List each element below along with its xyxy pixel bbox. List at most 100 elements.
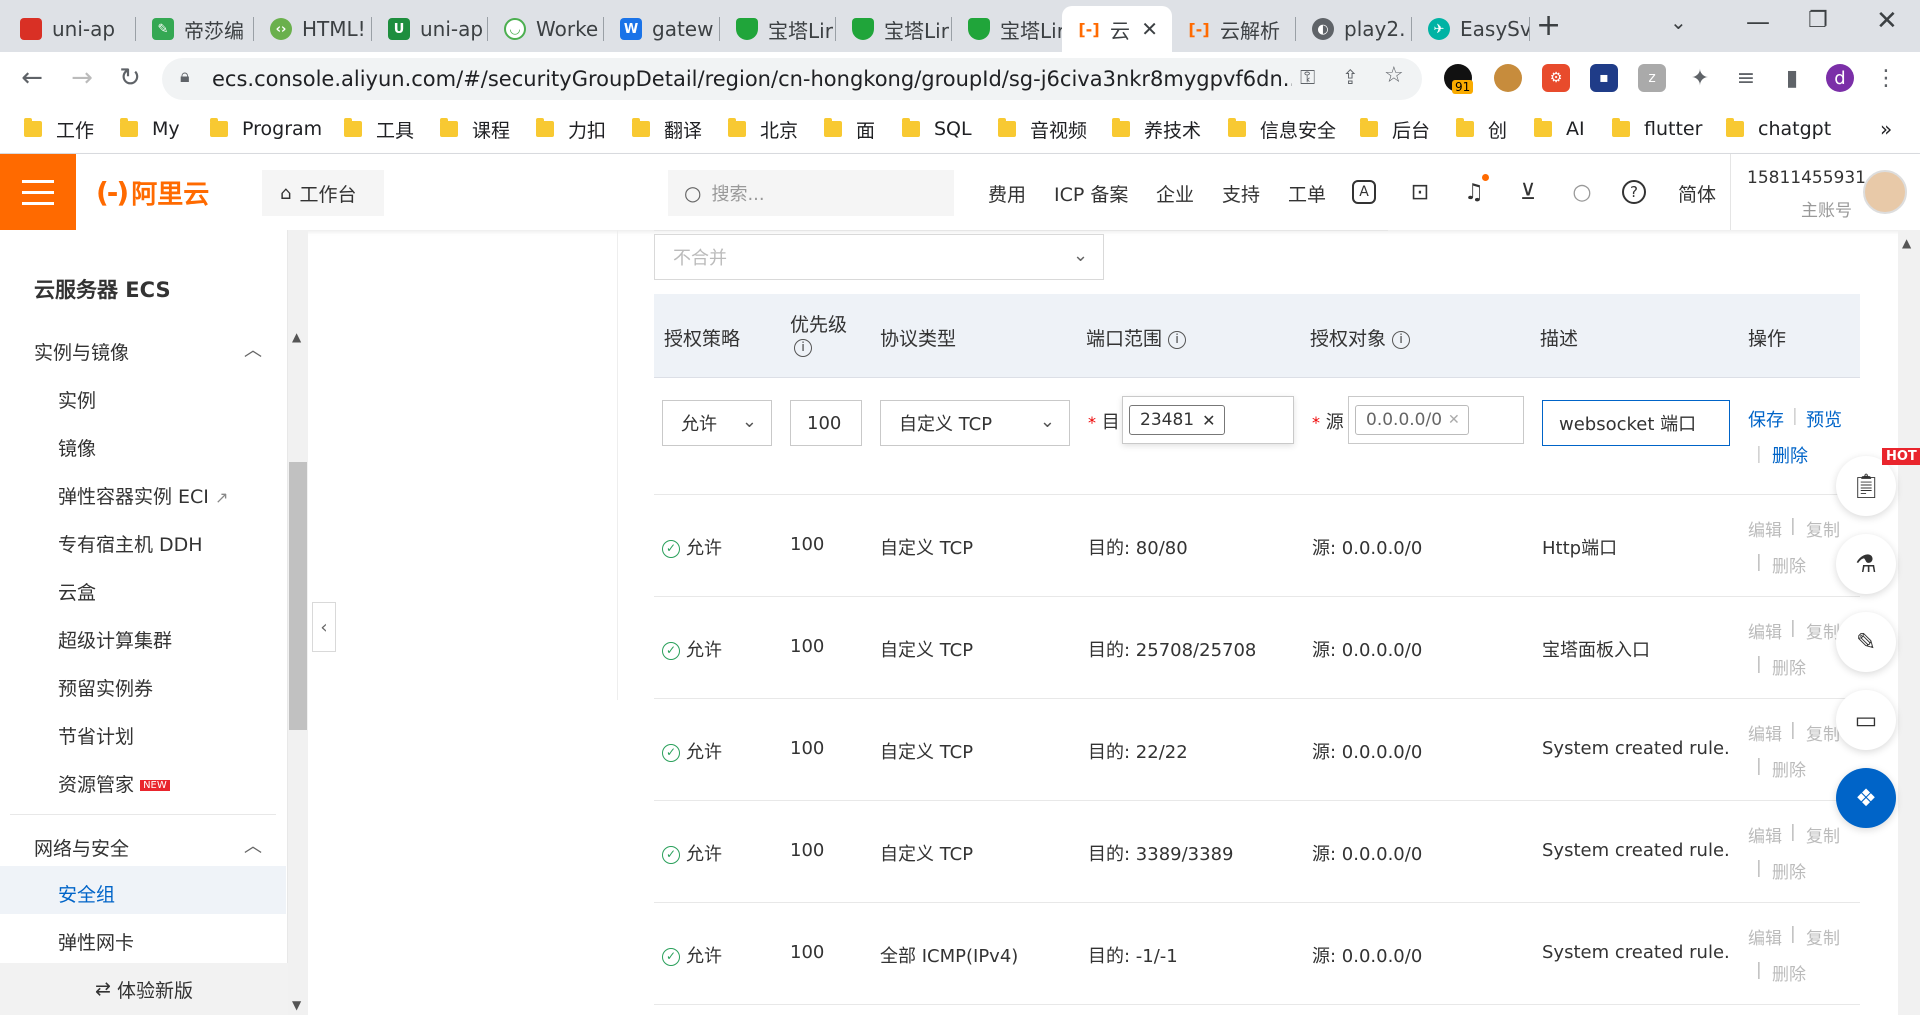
browser-tab[interactable]: ✈ EasySv xyxy=(1412,6,1530,52)
info-icon[interactable]: i xyxy=(790,336,812,358)
browser-tab[interactable]: [-] 云解析 xyxy=(1172,6,1296,52)
scroll-down-icon[interactable]: ▼ xyxy=(292,998,301,1012)
bookmark-folder[interactable]: 创 xyxy=(1456,116,1507,142)
restore-icon[interactable]: ❐ xyxy=(1808,8,1828,33)
sidebar-item-image[interactable]: 镜像 xyxy=(58,434,96,461)
copy-link[interactable]: 复制 xyxy=(1806,822,1840,847)
nav-icp[interactable]: ICP 备案 xyxy=(1054,180,1128,207)
protocol-select[interactable]: 自定义 TCP ⌄ xyxy=(880,400,1070,446)
back-icon[interactable]: ← xyxy=(16,62,48,94)
sidebar-item-resource-manager[interactable]: 资源管家 NEW xyxy=(58,770,170,797)
bookmark-folder[interactable]: My xyxy=(120,116,180,142)
terminal-icon[interactable]: ⊡ xyxy=(1406,178,1434,206)
star-icon[interactable]: ☆ xyxy=(1384,63,1404,88)
browser-tab[interactable]: U uni-ap xyxy=(372,6,488,52)
copy-link[interactable]: 复制 xyxy=(1806,516,1840,541)
bookmark-folder[interactable]: 信息安全 xyxy=(1228,116,1336,142)
zip-icon[interactable]: z xyxy=(1638,64,1666,92)
nav-fee[interactable]: 费用 xyxy=(988,180,1026,207)
edit-link[interactable]: 编辑 xyxy=(1748,822,1782,847)
delete-link[interactable]: 删除 xyxy=(1772,552,1806,577)
cart-icon[interactable]: ⊻ xyxy=(1514,178,1542,206)
api-icon[interactable]: A xyxy=(1352,180,1376,204)
help-icon[interactable]: ? xyxy=(1622,180,1646,204)
edit-link[interactable]: 编辑 xyxy=(1748,720,1782,745)
bookmark-folder[interactable]: chatgpt xyxy=(1726,116,1831,142)
delete-link[interactable]: 删除 xyxy=(1772,858,1806,883)
delete-link[interactable]: 删除 xyxy=(1772,654,1806,679)
edit-link[interactable]: 编辑 xyxy=(1748,924,1782,949)
sidebar-item-savings[interactable]: 节省计划 xyxy=(58,722,134,749)
bookmark-folder[interactable]: 工作 xyxy=(24,116,94,142)
priority-input[interactable]: 100 xyxy=(790,400,862,446)
profile-avatar[interactable]: d xyxy=(1826,64,1854,92)
bookmark-folder[interactable]: 后台 xyxy=(1360,116,1430,142)
bookmark-folder[interactable]: 力扣 xyxy=(536,116,606,142)
browser-tab[interactable]: ◡ Worke xyxy=(488,6,604,52)
browser-tab[interactable]: ✎ 帝莎编 xyxy=(136,6,254,52)
collapse-sidebar-button[interactable]: ‹ xyxy=(312,602,336,652)
tab-search-chevron-icon[interactable]: ⌄ xyxy=(1670,10,1687,34)
minimize-icon[interactable]: — xyxy=(1746,8,1770,36)
edit-link[interactable]: 编辑 xyxy=(1748,618,1782,643)
menu-dots-icon[interactable]: ⋮ xyxy=(1872,64,1900,92)
search-input[interactable]: ○ 搜索... xyxy=(668,170,954,216)
close-icon[interactable]: ✕ xyxy=(1202,411,1215,430)
browser-tab[interactable]: 宝塔Lir xyxy=(952,6,1068,52)
close-icon[interactable]: ✕ xyxy=(1448,412,1460,428)
hamburger-menu-icon[interactable] xyxy=(0,154,76,230)
sidebar-item-scc[interactable]: 超级计算集群 xyxy=(58,626,172,653)
bookmark-folder[interactable]: 课程 xyxy=(440,116,510,142)
lightbulb-icon[interactable]: ○ xyxy=(1568,178,1596,206)
bookmark-folder[interactable]: 面 xyxy=(824,116,875,142)
copy-link[interactable]: 复制 xyxy=(1806,924,1840,949)
chevron-up-icon[interactable]: ︿ xyxy=(244,832,262,858)
share-icon[interactable]: ⇪ xyxy=(1342,65,1359,89)
sidebar-item-ri[interactable]: 预留实例券 xyxy=(58,674,153,701)
nav-enterprise[interactable]: 企业 xyxy=(1156,180,1194,207)
scroll-up-icon[interactable]: ▲ xyxy=(1902,236,1911,250)
sidebar-scrollbar-thumb[interactable] xyxy=(289,462,307,730)
bookmarks-overflow-icon[interactable]: » xyxy=(1880,116,1892,142)
bookmark-folder[interactable]: flutter xyxy=(1612,116,1702,142)
edit-link[interactable]: 编辑 xyxy=(1748,516,1782,541)
copy-link[interactable]: 复制 xyxy=(1806,618,1840,643)
nav-support[interactable]: 支持 xyxy=(1222,180,1260,207)
bell-icon[interactable]: ♫ xyxy=(1460,178,1488,206)
avatar[interactable] xyxy=(1863,170,1907,214)
info-icon[interactable]: i xyxy=(1392,330,1411,349)
bookmark-folder[interactable]: 养技术 xyxy=(1112,116,1201,142)
flask-icon[interactable]: ⚗ xyxy=(1836,534,1896,594)
browser-tab[interactable]: ◐ play2. xyxy=(1296,6,1412,52)
preview-link[interactable]: 预览 xyxy=(1806,406,1842,432)
try-new-version-button[interactable]: ⇄ 体验新版 xyxy=(0,963,288,1015)
scroll-up-icon[interactable]: ▲ xyxy=(292,330,301,344)
cookie-icon[interactable] xyxy=(1494,64,1522,92)
browser-tab[interactable]: uni-ap xyxy=(4,6,136,52)
chevron-up-icon[interactable]: ︿ xyxy=(244,336,262,362)
sidebar-item-instance[interactable]: 实例 xyxy=(58,386,96,413)
sidebar-group-instances[interactable]: 实例与镜像 xyxy=(34,338,129,365)
save-link[interactable]: 保存 xyxy=(1748,406,1784,432)
copy-link[interactable]: 复制 xyxy=(1806,720,1840,745)
reload-icon[interactable]: ↻ xyxy=(114,62,146,94)
extension-icon[interactable]: ▪ xyxy=(1590,64,1618,92)
bookmark-folder[interactable]: 工具 xyxy=(344,116,414,142)
forward-icon[interactable]: → xyxy=(66,62,98,94)
nav-ticket[interactable]: 工单 xyxy=(1288,180,1326,207)
apps-icon[interactable]: ❖ xyxy=(1836,768,1896,828)
clipboard-icon[interactable]: 📋︎ xyxy=(1836,456,1896,516)
sidebar-item-cloudbox[interactable]: 云盒 xyxy=(58,578,96,605)
merge-select[interactable]: 不合并 ⌄ xyxy=(654,234,1104,280)
new-tab-icon[interactable]: + xyxy=(1536,8,1561,43)
account-menu[interactable]: 15811455931 主账号 xyxy=(1730,154,1920,230)
workbench-button[interactable]: ⌂ 工作台 xyxy=(262,170,384,216)
bookmark-folder[interactable]: Program xyxy=(210,116,322,142)
chat-icon[interactable]: ▭ xyxy=(1836,690,1896,750)
sidebar-item-ddh[interactable]: 专有宿主机 DDH xyxy=(58,530,203,557)
aliyun-logo[interactable]: (-) 阿里云 xyxy=(96,172,209,212)
browser-tab[interactable]: 宝塔Lir xyxy=(836,6,952,52)
sidebar-item-eni[interactable]: 弹性网卡 xyxy=(58,928,134,955)
bookmark-folder[interactable]: 音视频 xyxy=(998,116,1087,142)
browser-tab-active[interactable]: [-] 云 ✕ xyxy=(1062,6,1172,52)
